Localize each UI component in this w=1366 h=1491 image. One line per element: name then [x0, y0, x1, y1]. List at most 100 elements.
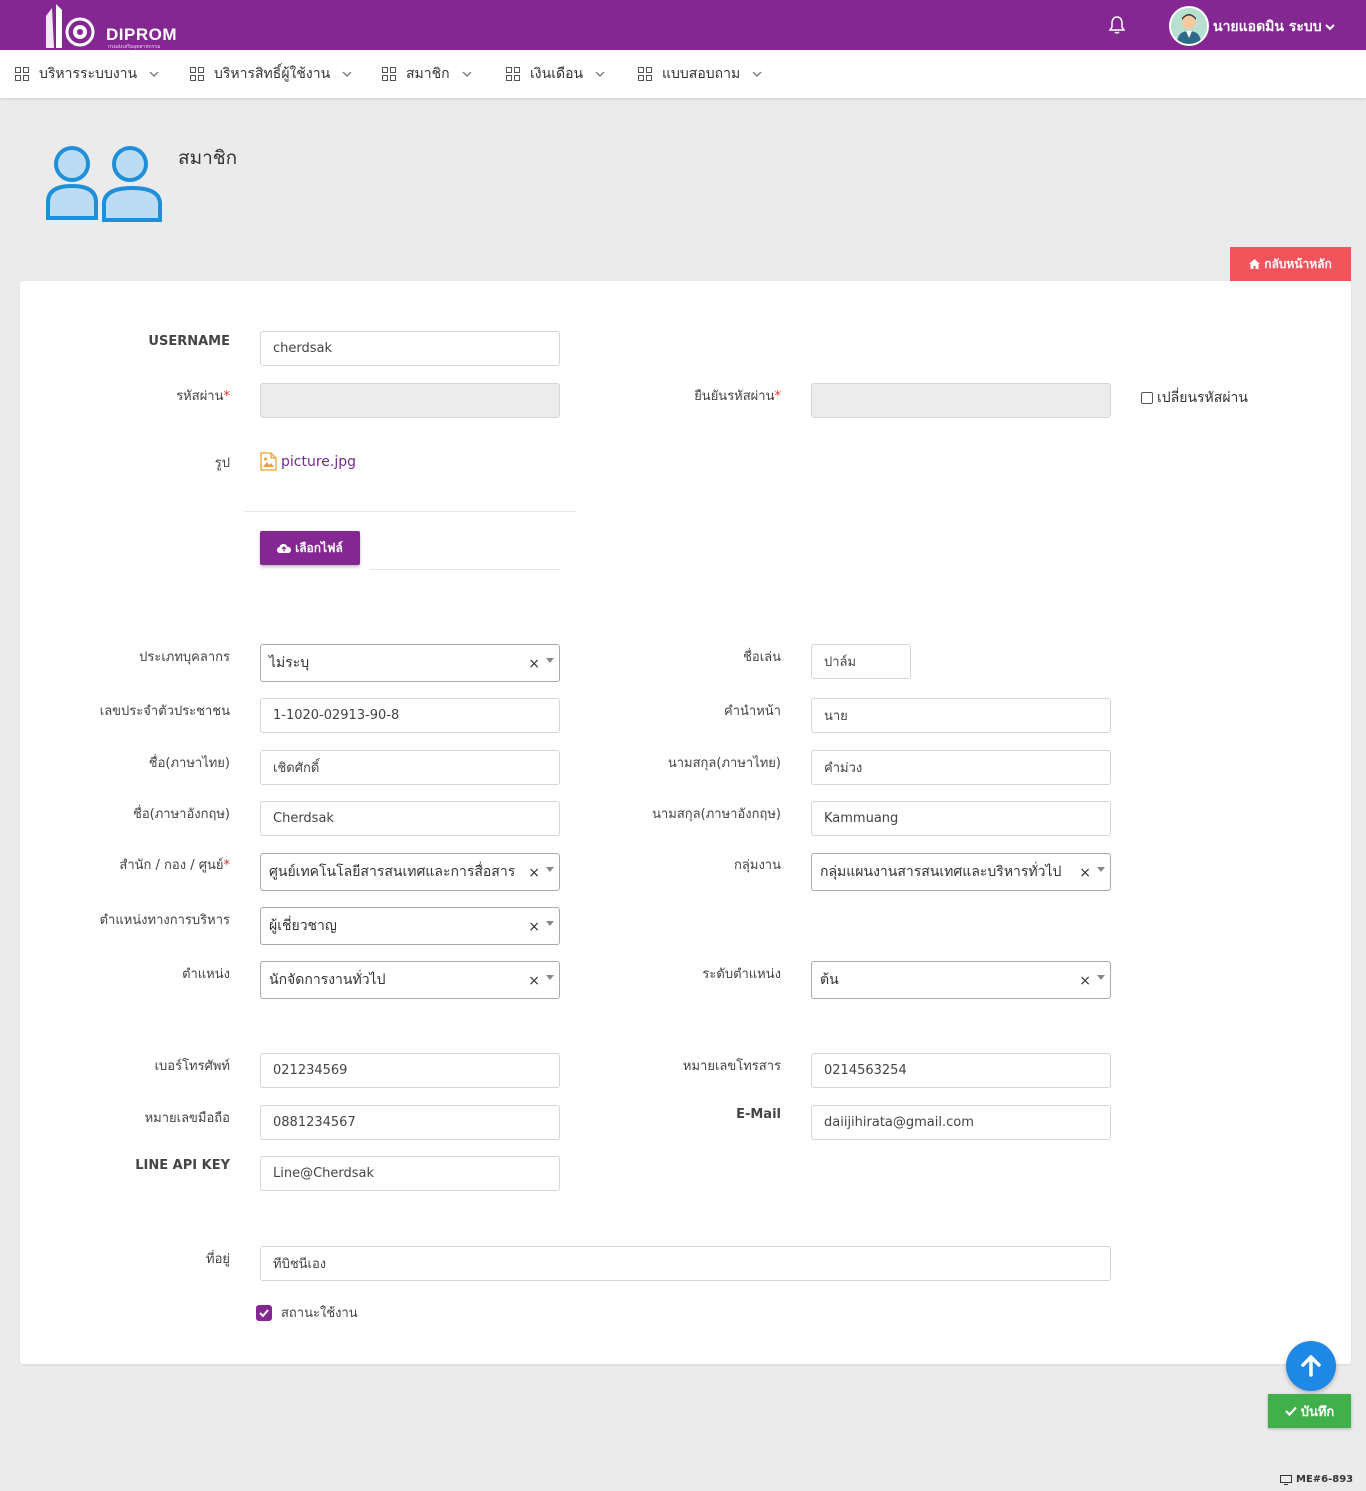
prefix-input[interactable]: นาย — [811, 698, 1111, 733]
choose-file-label: เลือกไฟล์ — [295, 540, 343, 555]
office-select[interactable]: ศูนย์เทคโนโลยีสารสนเทศและการสื่อสาร × — [260, 853, 560, 891]
menu-questionnaire[interactable]: แบบสอบถาม — [638, 50, 762, 98]
back-home-label: กลับหน้าหลัก — [1264, 256, 1332, 271]
avatar-icon — [1171, 8, 1207, 44]
grid-icon — [15, 67, 29, 81]
logo-text: DIPROM — [106, 25, 177, 44]
position-label: ตำแหน่ง — [182, 967, 230, 982]
user-avatar[interactable] — [1169, 6, 1209, 46]
checkbox-icon — [1141, 392, 1153, 404]
firstname-en-input[interactable]: Cherdsak — [260, 801, 560, 836]
lastname-en-label: นามสกุล(ภาษาอังกฤษ) — [652, 807, 781, 822]
workgroup-select[interactable]: กลุ่มแผนงานสารสนเทศและบริหารทั่วไป × — [811, 853, 1111, 891]
nickname-input[interactable]: ปาล์ม — [811, 644, 911, 679]
diprom-logo[interactable]: DIPROM กรมส่งเสริมอุตสาหกรรม — [40, 2, 185, 50]
clear-icon[interactable]: × — [528, 919, 540, 935]
personnel-type-value: ไม่ระบุ — [269, 655, 310, 671]
id-card-input[interactable]: 1-1020-02913-90-8 — [260, 698, 560, 733]
phone-label: เบอร์โทรศัพท์ — [154, 1059, 230, 1074]
mobile-label: หมายเลขมือถือ — [144, 1111, 230, 1126]
lastname-en-input[interactable]: Kammuang — [811, 801, 1111, 836]
position-select[interactable]: นักจัดการงานทั่วไป × — [260, 961, 560, 999]
clear-icon[interactable]: × — [1079, 973, 1091, 989]
menu-label: สมาชิก — [406, 66, 450, 82]
chevron-down-icon — [752, 71, 762, 77]
change-password-checkbox[interactable]: เปลี่ยนรหัสผ่าน — [1141, 387, 1248, 409]
dropdown-arrow-icon — [546, 867, 554, 872]
clear-icon[interactable]: × — [528, 656, 540, 672]
email-input[interactable]: daiijihirata@gmail.com — [811, 1105, 1111, 1140]
nickname-label: ชื่อเล่น — [743, 650, 781, 665]
grid-icon — [638, 67, 652, 81]
phone-input[interactable]: 021234569 — [260, 1053, 560, 1088]
chevron-down-icon — [595, 71, 605, 77]
clear-icon[interactable]: × — [528, 973, 540, 989]
divider — [244, 511, 576, 512]
office-label: สำนัก / กอง / ศูนย์* — [119, 858, 230, 873]
address-input[interactable]: ทีบิชนีเอง — [260, 1246, 1111, 1281]
position-level-value: ต้น — [820, 972, 839, 988]
grid-icon — [190, 67, 204, 81]
workgroup-label: กลุ่มงาน — [734, 858, 781, 873]
check-icon — [1284, 1406, 1297, 1416]
position-value: นักจัดการงานทั่วไป — [269, 972, 386, 988]
personnel-type-label: ประเภทบุคลากร — [139, 650, 230, 665]
address-label: ที่อยู่ — [206, 1252, 230, 1267]
menu-system-management[interactable]: บริหารระบบงาน — [15, 50, 159, 98]
picture-file-name: picture.jpg — [281, 453, 357, 470]
admin-position-select[interactable]: ผู้เชี่ยวชาญ × — [260, 907, 560, 945]
scroll-to-top-button[interactable] — [1286, 1341, 1336, 1391]
grid-icon — [506, 67, 520, 81]
picture-file-link[interactable]: picture.jpg — [260, 452, 356, 471]
position-level-select[interactable]: ต้น × — [811, 961, 1111, 999]
chevron-down-icon — [149, 71, 159, 77]
menu-label: บริหารสิทธิ์ผู้ใช้งาน — [214, 66, 331, 82]
mobile-input[interactable]: 0881234567 — [260, 1105, 560, 1140]
user-name-label: นายแอดมิน ระบบ — [1213, 19, 1322, 35]
password-label-text: รหัสผ่าน — [176, 389, 224, 404]
line-api-key-input[interactable]: Line@Cherdsak — [260, 1156, 560, 1191]
back-home-button[interactable]: กลับหน้าหลัก — [1230, 247, 1351, 281]
choose-file-button[interactable]: เลือกไฟล์ — [260, 531, 360, 565]
chevron-down-icon — [342, 71, 352, 77]
position-level-label: ระดับตำแหน่ง — [702, 967, 781, 982]
footer-code-text: ME#6-893 — [1296, 1474, 1354, 1485]
personnel-type-select[interactable]: ไม่ระบุ × — [260, 644, 560, 682]
bell-icon[interactable] — [1108, 15, 1126, 35]
menu-user-permissions[interactable]: บริหารสิทธิ์ผู้ใช้งาน — [190, 50, 352, 98]
password-label: รหัสผ่าน* — [176, 389, 230, 404]
dropdown-arrow-icon — [1097, 867, 1105, 872]
workgroup-value: กลุ่มแผนงานสารสนเทศและบริหารทั่วไป — [820, 864, 1062, 880]
office-label-text: สำนัก / กอง / ศูนย์ — [119, 858, 224, 873]
fax-label: หมายเลขโทรสาร — [682, 1059, 781, 1074]
active-status-label: สถานะใช้งาน — [281, 1306, 358, 1321]
password-input[interactable] — [260, 383, 560, 418]
username-input[interactable]: cherdsak — [260, 331, 560, 366]
fax-input[interactable]: 0214563254 — [811, 1053, 1111, 1088]
menu-label: บริหารระบบงาน — [39, 66, 138, 82]
monitor-icon — [1280, 1474, 1292, 1485]
confirm-password-input[interactable] — [811, 383, 1111, 418]
dropdown-arrow-icon — [546, 921, 554, 926]
top-bar: DIPROM กรมส่งเสริมอุตสาหกรรม นายแอดมิน ร… — [0, 0, 1366, 50]
lastname-th-input[interactable]: คำม่วง — [811, 750, 1111, 785]
clear-icon[interactable]: × — [528, 865, 540, 881]
footer-code: ME#6-893 — [1280, 1474, 1353, 1485]
active-status-checkbox[interactable]: สถานะใช้งาน — [256, 1302, 358, 1323]
change-password-label: เปลี่ยนรหัสผ่าน — [1157, 390, 1248, 406]
firstname-th-input[interactable]: เชิดศักดิ์ — [260, 750, 560, 785]
menu-members[interactable]: สมาชิก — [382, 50, 472, 98]
menu-label: แบบสอบถาม — [662, 66, 741, 82]
user-name-dropdown[interactable]: นายแอดมิน ระบบ — [1213, 16, 1335, 38]
save-button[interactable]: บันทึก — [1268, 1394, 1351, 1428]
cloud-upload-icon — [277, 544, 292, 553]
firstname-th-label: ชื่อ(ภาษาไทย) — [148, 756, 230, 771]
line-api-key-label: LINE API KEY — [135, 1158, 230, 1173]
office-value: ศูนย์เทคโนโลยีสารสนเทศและการสื่อสาร — [269, 864, 516, 880]
menu-salary[interactable]: เงินเดือน — [506, 50, 605, 98]
checkbox-checked-icon — [256, 1304, 272, 1321]
admin-position-value: ผู้เชี่ยวชาญ — [269, 918, 337, 934]
users-icon — [46, 146, 162, 222]
clear-icon[interactable]: × — [1079, 865, 1091, 881]
email-label: E-Mail — [736, 1107, 781, 1122]
